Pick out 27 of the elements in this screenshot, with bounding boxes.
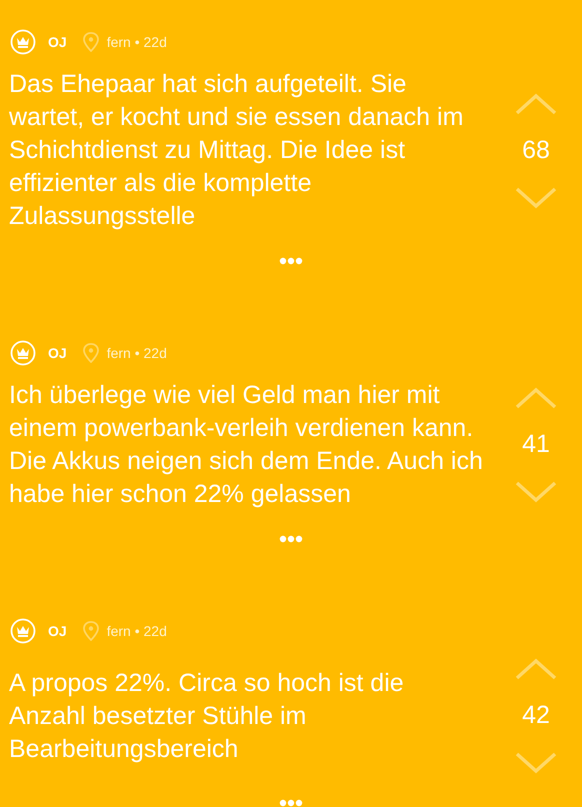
location-pin-icon <box>82 32 99 52</box>
author-name: OJ <box>48 622 67 640</box>
crown-icon <box>10 340 36 366</box>
crown-icon <box>10 29 36 55</box>
post-meta: fern • 22d <box>106 622 167 640</box>
post-text: Das Ehepaar hat sich aufgeteilt. Sie wartet, er kocht und sie essen danach im Schichtdienst zu Mittag. Die Idee ist effizienter als die komplette Zulassungsstelle <box>8 69 464 232</box>
vote-count: 68 <box>522 134 550 166</box>
author-name: OJ <box>48 344 67 362</box>
downvote-icon[interactable] <box>514 751 558 775</box>
upvote-icon[interactable] <box>514 386 558 410</box>
more-icon[interactable] <box>279 799 303 807</box>
more-icon[interactable] <box>279 535 303 543</box>
downvote-icon[interactable] <box>514 480 558 504</box>
downvote-icon[interactable] <box>514 186 558 210</box>
post-text: A propos 22%. Circa so hoch ist die Anzahl besetzter Stühle im Bearbeitungsbereich <box>8 668 405 764</box>
author-name: OJ <box>48 32 67 52</box>
upvote-icon[interactable] <box>514 92 558 116</box>
upvote-icon[interactable] <box>514 657 558 681</box>
location-pin-icon <box>82 621 99 641</box>
crown-icon <box>10 618 36 644</box>
vote-count: 41 <box>522 429 550 460</box>
more-icon[interactable] <box>279 257 303 265</box>
post-meta: fern • 22d <box>106 32 167 52</box>
location-pin-icon <box>82 343 99 363</box>
vote-count: 42 <box>522 700 550 732</box>
post-text: Ich überlege wie viel Geld man hier mit einem powerbank-verleih verdienen kann. Die Akkus neigen sich dem Ende. Auch ich habe hier schon 22% gelassen <box>8 380 484 510</box>
post-meta: fern • 22d <box>106 344 167 362</box>
